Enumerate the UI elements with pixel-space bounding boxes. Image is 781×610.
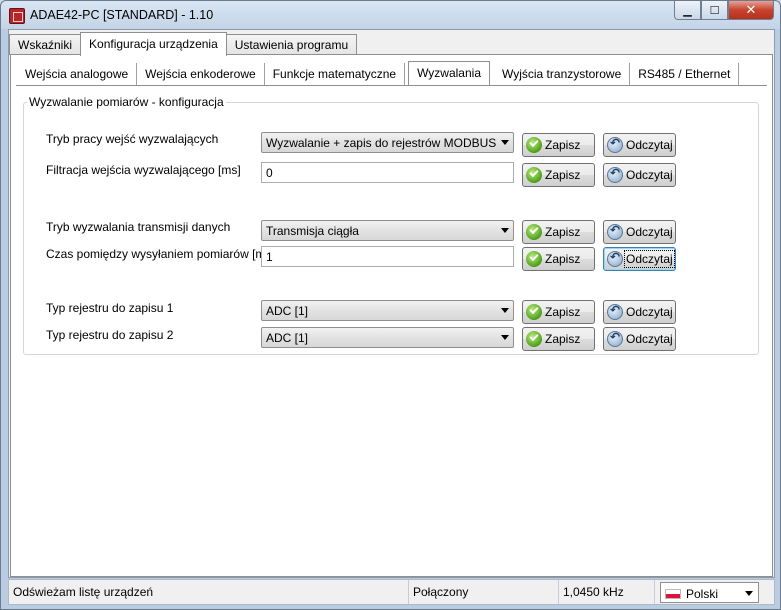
subtab-wyzwalania[interactable]: Wyzwalania xyxy=(408,61,490,85)
maximize-button[interactable]: ☐ xyxy=(701,1,728,20)
main-tabs: Wskaźniki Konfiguracja urządzenia Ustawi… xyxy=(9,32,358,56)
read-label: Odczytaj xyxy=(626,305,673,319)
refresh-icon xyxy=(607,330,623,347)
app-window: ADAE42-PC [STANDARD] - 1.10 ▁ ☐ ✕ Wskaźn… xyxy=(0,0,781,610)
polish-flag-icon xyxy=(665,589,681,599)
client-area: Wskaźniki Konfiguracja urządzenia Ustawi… xyxy=(8,29,775,578)
subtab-wejscia-enkoderowe[interactable]: Wejścia enkoderowe xyxy=(137,63,265,85)
transmission-mode-select[interactable]: Transmisja ciągła xyxy=(261,220,514,241)
transmission-mode-value: Transmisja ciągła xyxy=(266,224,359,238)
save-button[interactable]: Zapisz xyxy=(522,327,595,351)
check-icon xyxy=(526,251,542,267)
register-type-1-label: Typ rejestru do zapisu 1 xyxy=(46,301,174,315)
chevron-down-icon xyxy=(501,228,509,233)
sub-tabs: Wejścia analogowe Wejścia enkoderowe Fun… xyxy=(17,61,740,85)
trigger-input-mode-select[interactable]: Wyzwalanie + zapis do rejestrów MODBUS xyxy=(261,132,514,153)
register-type-2-value: ADC [1] xyxy=(266,331,309,345)
read-label: Odczytaj xyxy=(626,138,673,152)
save-label: Zapisz xyxy=(545,138,581,152)
read-label: Odczytaj xyxy=(624,250,675,268)
save-label: Zapisz xyxy=(545,332,581,346)
read-label: Odczytaj xyxy=(626,168,673,182)
save-button[interactable]: Zapisz xyxy=(522,247,595,271)
trigger-input-mode-label: Tryb pracy wejść wyzwalających xyxy=(46,132,219,146)
connection-status: Połączony xyxy=(409,580,559,604)
chevron-down-icon xyxy=(501,140,509,145)
chevron-down-icon xyxy=(501,308,509,313)
save-button[interactable]: Zapisz xyxy=(522,300,595,324)
register-type-1-value: ADC [1] xyxy=(266,304,309,318)
refresh-icon xyxy=(607,303,623,320)
register-type-2-select[interactable]: ADC [1] xyxy=(261,327,514,348)
language-value: Polski xyxy=(686,587,719,601)
language-select[interactable]: Polski xyxy=(660,582,759,603)
send-interval-label: Czas pomiędzy wysyłaniem pomiarów [ms] xyxy=(46,247,275,261)
save-label: Zapisz xyxy=(545,252,581,266)
save-label: Zapisz xyxy=(545,305,581,319)
refresh-icon xyxy=(607,250,623,267)
save-button[interactable]: Zapisz xyxy=(522,220,595,244)
check-icon xyxy=(526,224,542,240)
read-button[interactable]: Odczytaj xyxy=(603,247,676,271)
register-type-1-select[interactable]: ADC [1] xyxy=(261,300,514,321)
save-label: Zapisz xyxy=(545,225,581,239)
read-button[interactable]: Odczytaj xyxy=(603,163,676,187)
wyzwalania-panel: Wyzwalanie pomiarów - konfiguracja Tryb … xyxy=(16,85,767,574)
subtab-rs485-ethernet[interactable]: RS485 / Ethernet xyxy=(630,63,740,85)
read-label: Odczytaj xyxy=(626,225,673,239)
tab-konfiguracja-urzadzenia[interactable]: Konfiguracja urządzenia xyxy=(80,32,227,56)
trigger-filter-label: Filtracja wejścia wyzwalającego [ms] xyxy=(46,163,241,177)
save-label: Zapisz xyxy=(545,168,581,182)
save-button[interactable]: Zapisz xyxy=(522,133,595,157)
title-bar[interactable]: ADAE42-PC [STANDARD] - 1.10 ▁ ☐ ✕ xyxy=(1,1,780,29)
status-message: Odświeżam listę urządzeń xyxy=(9,580,409,604)
window-controls: ▁ ☐ ✕ xyxy=(674,1,774,21)
refresh-icon xyxy=(607,136,623,153)
subtab-wyjscia-tranzystorowe[interactable]: Wyjścia tranzystorowe xyxy=(494,63,631,85)
trigger-filter-input[interactable] xyxy=(261,162,514,183)
frequency-readout: 1,0450 kHz xyxy=(559,580,655,604)
group-title: Wyzwalanie pomiarów - konfiguracja xyxy=(29,95,224,109)
tab-ustawienia-programu[interactable]: Ustawienia programu xyxy=(225,34,358,55)
transmission-mode-label: Tryb wyzwalania transmisji danych xyxy=(46,220,231,234)
send-interval-input[interactable] xyxy=(261,246,514,267)
window-title: ADAE42-PC [STANDARD] - 1.10 xyxy=(30,8,214,22)
main-tab-panel: Wejścia analogowe Wejścia enkoderowe Fun… xyxy=(10,54,773,577)
check-icon xyxy=(526,304,542,320)
refresh-icon xyxy=(607,223,623,240)
subtab-funkcje-matematyczne[interactable]: Funkcje matematyczne xyxy=(264,63,406,85)
check-icon xyxy=(526,331,542,347)
tab-wskazniki[interactable]: Wskaźniki xyxy=(9,34,82,55)
app-logo-icon[interactable] xyxy=(9,8,25,24)
subtab-wejscia-analogowe[interactable]: Wejścia analogowe xyxy=(17,63,138,85)
read-button[interactable]: Odczytaj xyxy=(603,327,676,351)
minimize-button[interactable]: ▁ xyxy=(674,1,701,20)
trigger-config-group: Wyzwalanie pomiarów - konfiguracja Tryb … xyxy=(23,95,759,355)
read-button[interactable]: Odczytaj xyxy=(603,220,676,244)
chevron-down-icon xyxy=(501,335,509,340)
chevron-down-icon xyxy=(745,591,753,596)
check-icon xyxy=(526,137,542,153)
trigger-input-mode-value: Wyzwalanie + zapis do rejestrów MODBUS xyxy=(266,136,497,150)
save-button[interactable]: Zapisz xyxy=(522,163,595,187)
read-button[interactable]: Odczytaj xyxy=(603,300,676,324)
read-label: Odczytaj xyxy=(626,332,673,346)
close-button[interactable]: ✕ xyxy=(728,1,774,20)
status-bar: Odświeżam listę urządzeń Połączony 1,045… xyxy=(8,579,775,605)
refresh-icon xyxy=(607,166,623,183)
check-icon xyxy=(526,167,542,183)
register-type-2-label: Typ rejestru do zapisu 2 xyxy=(46,328,174,342)
read-button[interactable]: Odczytaj xyxy=(603,133,676,157)
